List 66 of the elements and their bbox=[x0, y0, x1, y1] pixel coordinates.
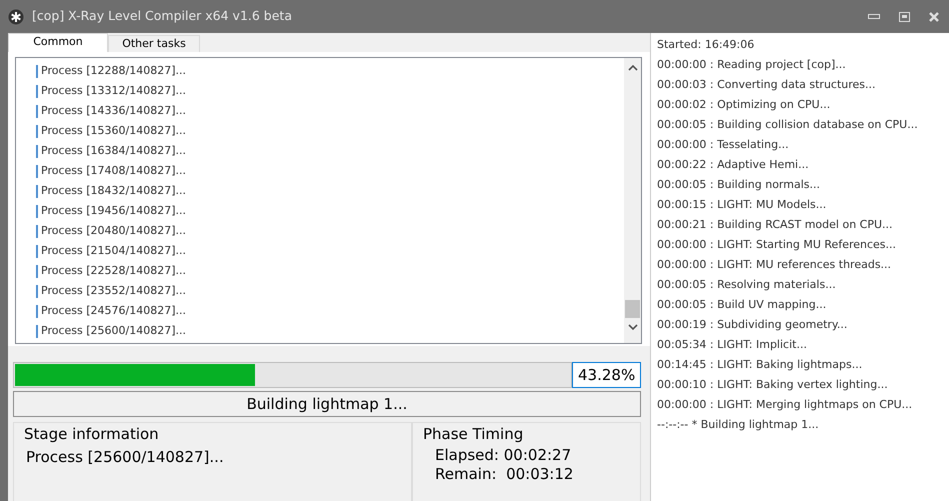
close-icon bbox=[929, 12, 939, 22]
stage-text: Process [25600/140827]... bbox=[25, 446, 224, 466]
log-line: 00:00:00 : Reading project [cop]... bbox=[657, 58, 846, 71]
app-icon bbox=[8, 8, 24, 24]
log-line: --:--:-- * Building lightmap 1... bbox=[657, 418, 819, 431]
log-line: 00:00:02 : Optimizing on CPU... bbox=[657, 98, 830, 111]
remain-label: Remain: bbox=[435, 464, 497, 482]
list-item[interactable]: Process [18432/140827]... bbox=[41, 181, 186, 201]
tree-line bbox=[36, 324, 38, 338]
tree-line bbox=[36, 244, 38, 258]
elapsed-label: Elapsed: bbox=[435, 446, 499, 464]
list-item[interactable]: Process [20480/140827]... bbox=[41, 221, 186, 241]
scrollbar-thumb[interactable] bbox=[625, 300, 640, 318]
list-item[interactable]: Process [12288/140827]... bbox=[41, 61, 186, 81]
tree-line bbox=[36, 144, 38, 158]
log-line: 00:00:21 : Building RCAST model on CPU... bbox=[657, 218, 893, 231]
log-line: Started: 16:49:06 bbox=[657, 38, 754, 51]
list-item[interactable]: Process [13312/140827]... bbox=[41, 81, 186, 101]
list-item[interactable]: Process [14336/140827]... bbox=[41, 101, 186, 121]
list-item[interactable]: Process [21504/140827]... bbox=[41, 241, 186, 261]
elapsed-value: 00:02:27 bbox=[504, 446, 572, 464]
log-line: 00:00:00 : LIGHT: Merging lightmaps on CPU... bbox=[657, 398, 912, 411]
list-item[interactable]: Process [25600/140827]... bbox=[41, 321, 186, 341]
tree-line bbox=[36, 164, 38, 178]
log-line: 00:00:19 : Subdividing geometry... bbox=[657, 318, 848, 331]
process-list[interactable] bbox=[15, 57, 642, 344]
minimize-icon bbox=[868, 14, 880, 19]
tree-line bbox=[36, 104, 38, 118]
tree-line bbox=[36, 64, 38, 78]
scroll-up-icon[interactable] bbox=[628, 64, 638, 72]
status-text: Building lightmap 1... bbox=[13, 391, 641, 417]
list-item[interactable]: Process [17408/140827]... bbox=[41, 161, 186, 181]
tree-line bbox=[36, 204, 38, 218]
tree-line bbox=[36, 84, 38, 98]
list-item[interactable]: Process [19456/140827]... bbox=[41, 201, 186, 221]
window-title: [cop] X-Ray Level Compiler x64 v1.6 beta bbox=[32, 7, 292, 26]
log-line: 00:00:22 : Adaptive Hemi... bbox=[657, 158, 809, 171]
list-item[interactable]: Process [15360/140827]... bbox=[41, 121, 186, 141]
tree-line bbox=[36, 304, 38, 318]
log-line: 00:14:45 : LIGHT: Baking lightmaps... bbox=[657, 358, 862, 371]
percent-field[interactable]: 43.28% bbox=[572, 362, 641, 388]
log-line: 00:00:10 : LIGHT: Baking vertex lighting... bbox=[657, 378, 888, 391]
tab[interactable]: Common bbox=[8, 33, 108, 52]
log-line: 00:00:05 : Building normals... bbox=[657, 178, 820, 191]
scroll-down-icon[interactable] bbox=[628, 323, 638, 331]
tree-line bbox=[36, 264, 38, 278]
tree-line bbox=[36, 284, 38, 298]
log-line: 00:00:00 : LIGHT: MU references threads... bbox=[657, 258, 892, 271]
remain-value: 00:03:12 bbox=[506, 464, 574, 482]
log-line: 00:00:03 : Converting data structures... bbox=[657, 78, 876, 91]
log-line: 00:00:05 : Build UV mapping... bbox=[657, 298, 826, 311]
log-line: 00:00:05 : Building collision database on CPU... bbox=[657, 118, 918, 131]
list-item[interactable]: Process [23552/140827]... bbox=[41, 281, 186, 301]
list-item[interactable]: Process [24576/140827]... bbox=[41, 301, 186, 321]
log-line: 00:00:00 : Tesselating... bbox=[657, 138, 789, 151]
tree-line bbox=[36, 224, 38, 238]
log-line: 00:00:00 : LIGHT: Starting MU References... bbox=[657, 238, 896, 251]
list-item[interactable]: Process [22528/140827]... bbox=[41, 261, 186, 281]
tab[interactable]: Other tasks bbox=[108, 35, 200, 52]
tree-line bbox=[36, 124, 38, 138]
maximize-icon bbox=[898, 12, 910, 22]
log-line: 00:00:05 : Resolving materials... bbox=[657, 278, 836, 291]
log-line: 00:00:15 : LIGHT: MU Models... bbox=[657, 198, 826, 211]
tree-line bbox=[36, 184, 38, 198]
log-line: 00:05:34 : LIGHT: Implicit... bbox=[657, 338, 807, 351]
list-item[interactable]: Process [16384/140827]... bbox=[41, 141, 186, 161]
